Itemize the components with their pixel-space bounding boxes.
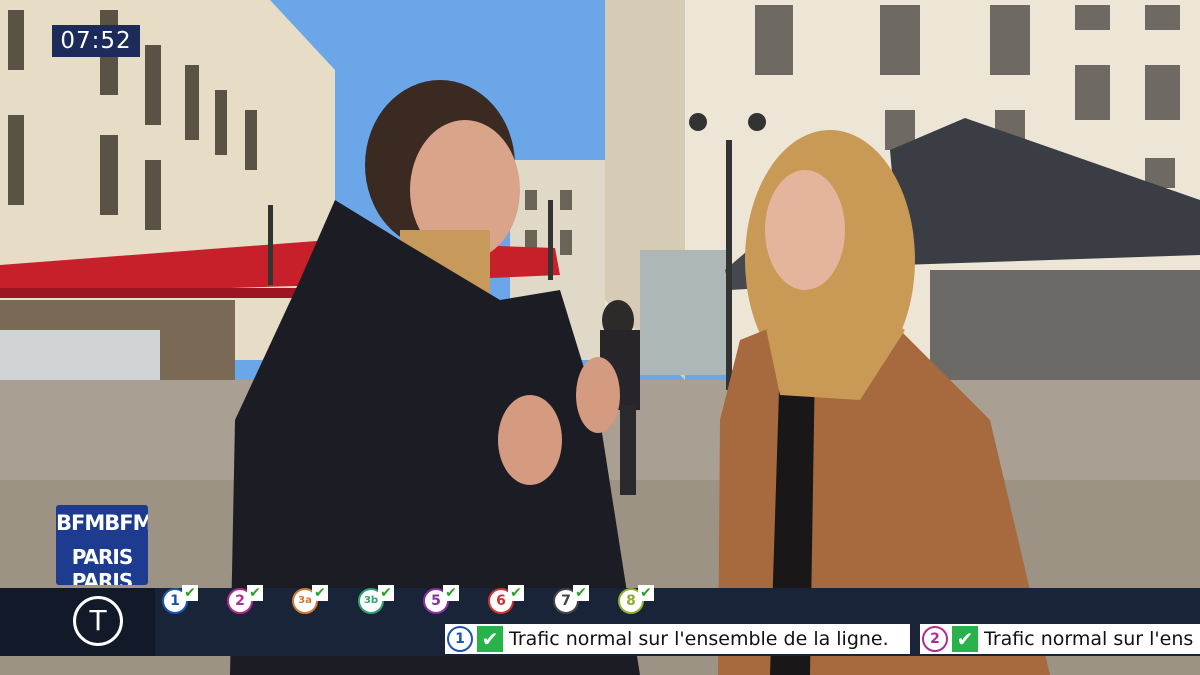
check-icon: ✔ [638,585,654,601]
channel-logo: BFMBFM PARIS PARIS [56,505,148,585]
metro-line-badge: 3b ✔ [358,585,394,616]
check-icon: ✔ [378,585,394,601]
check-icon: ✔ [182,585,198,601]
tram-icon: T [73,596,123,646]
check-icon: ✔ [443,585,459,601]
ticker-line-number: 1 [447,626,473,652]
metro-line-badge: 2 ✔ [227,585,263,616]
logo-line-1: BFMBFM [56,511,148,535]
ticker-item: 1 ✔ Trafic normal sur l'ensemble de la lig… [445,624,910,654]
ticker-text: Trafic normal sur l'ensemble de la ligne… [509,628,889,650]
video-frame [0,0,1200,675]
metro-line-badge: 5 ✔ [423,585,459,616]
ticker-line-number: 2 [922,626,948,652]
check-icon: ✔ [477,626,503,652]
metro-line-badge: 8 ✔ [618,585,654,616]
metro-line-badge: 3a ✔ [292,585,328,616]
check-icon: ✔ [247,585,263,601]
ticker-item: 2 ✔ Trafic normal sur l'ens [920,624,1200,654]
metro-line-badge: 7 ✔ [553,585,589,616]
check-icon: ✔ [952,626,978,652]
check-icon: ✔ [312,585,328,601]
metro-line-badge: 6 ✔ [488,585,524,616]
clock: 07:52 [52,25,140,57]
check-icon: ✔ [508,585,524,601]
logo-line-2: PARIS PARIS [71,545,134,585]
ticker-text: Trafic normal sur l'ens [984,628,1194,650]
metro-line-badge: 1 ✔ [162,585,198,616]
check-icon: ✔ [573,585,589,601]
